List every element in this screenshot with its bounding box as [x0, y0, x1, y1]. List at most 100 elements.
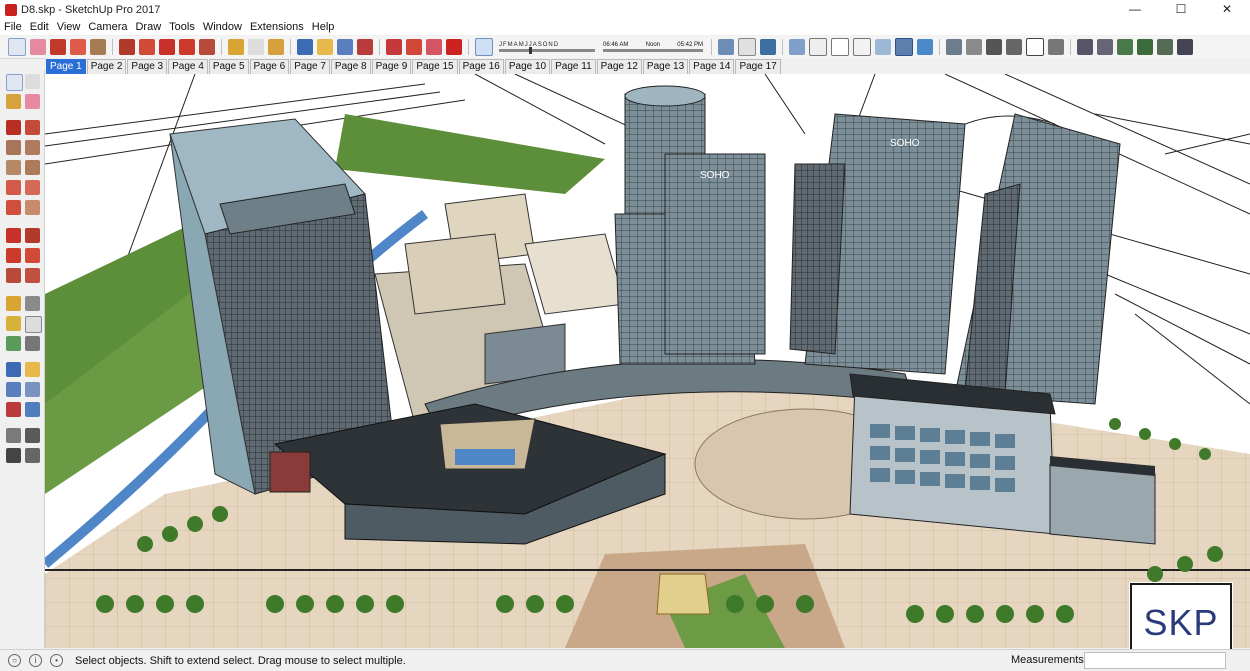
dimension-tool-icon[interactable] — [25, 296, 40, 311]
top-view-icon[interactable] — [966, 39, 982, 55]
minimize-button[interactable]: — — [1112, 0, 1158, 19]
text-tool-icon[interactable] — [25, 316, 42, 333]
section-plane-icon[interactable] — [25, 448, 40, 463]
push-pull-tool-icon[interactable] — [25, 228, 40, 243]
menu-camera[interactable]: Camera — [84, 21, 131, 33]
tape-measure-icon[interactable] — [6, 296, 21, 311]
tab-page-14[interactable]: Page 14 — [689, 59, 735, 74]
two-point-arc-icon[interactable] — [25, 180, 40, 195]
protractor-tool-icon[interactable] — [6, 316, 21, 331]
circle-tool-icon[interactable] — [6, 160, 21, 175]
geo-location-icon[interactable]: ○ — [8, 654, 21, 667]
warehouse-icon[interactable] — [386, 39, 402, 55]
previous-view-icon[interactable] — [25, 402, 40, 417]
orbit-tool-icon[interactable] — [6, 362, 21, 377]
extension-warehouse-icon[interactable] — [426, 39, 442, 55]
tab-page-8[interactable]: Page 8 — [330, 59, 371, 74]
tab-page-1[interactable]: Page 1 — [46, 59, 86, 74]
iso-view-icon[interactable] — [946, 39, 962, 55]
hidden-geometry-icon[interactable] — [738, 38, 756, 56]
menu-tools[interactable]: Tools — [165, 21, 199, 33]
model-viewport[interactable]: SOHO SOHO — [45, 74, 1250, 648]
select-tool-icon[interactable] — [6, 74, 23, 91]
shaded-icon[interactable] — [875, 39, 891, 55]
outer-shell-icon[interactable] — [1077, 39, 1093, 55]
three-point-arc-icon[interactable] — [6, 200, 21, 215]
close-button[interactable]: ✕ — [1204, 0, 1250, 19]
zoom-tool-icon[interactable] — [337, 39, 353, 55]
wireframe-icon[interactable] — [831, 38, 849, 56]
menu-extensions[interactable]: Extensions — [246, 21, 308, 33]
shadows-toggle-icon[interactable] — [475, 38, 493, 56]
menu-draw[interactable]: Draw — [131, 21, 165, 33]
hidden-line-icon[interactable] — [853, 38, 871, 56]
front-view-icon[interactable] — [986, 39, 1002, 55]
text-tool-icon[interactable] — [248, 39, 264, 55]
polygon-tool-icon[interactable] — [25, 160, 40, 175]
tab-page-9[interactable]: Page 9 — [371, 59, 412, 74]
3d-text-icon[interactable] — [25, 336, 40, 351]
tab-page-16[interactable]: Page 16 — [458, 59, 504, 74]
trim-icon[interactable] — [1157, 39, 1173, 55]
push-pull-tool-icon[interactable] — [119, 39, 135, 55]
tab-page-15[interactable]: Page 15 — [412, 59, 458, 74]
tab-page-6[interactable]: Page 6 — [249, 59, 290, 74]
zoom-window-icon[interactable] — [25, 382, 40, 397]
axes-tool-icon[interactable] — [6, 336, 21, 351]
right-view-icon[interactable] — [1006, 39, 1022, 55]
tape-measure-icon[interactable] — [228, 39, 244, 55]
tab-page-12[interactable]: Page 12 — [596, 59, 642, 74]
tab-page-7[interactable]: Page 7 — [290, 59, 330, 74]
select-tool-icon[interactable] — [8, 38, 26, 56]
shaded-textures-icon[interactable] — [895, 38, 913, 56]
split-icon[interactable] — [1177, 39, 1193, 55]
look-around-icon[interactable] — [25, 428, 40, 443]
zoom-extents-icon[interactable] — [6, 402, 21, 417]
section-plane-icon[interactable] — [718, 39, 734, 55]
zoom-extents-icon[interactable] — [357, 39, 373, 55]
subtract-icon[interactable] — [1137, 39, 1153, 55]
rectangle-tool-icon[interactable] — [6, 140, 21, 155]
pan-tool-icon[interactable] — [25, 362, 40, 377]
shape-tool-icon[interactable] — [90, 39, 106, 55]
scale-tool-icon[interactable] — [6, 268, 21, 283]
pie-tool-icon[interactable] — [25, 200, 40, 215]
zoom-tool-icon[interactable] — [6, 382, 21, 397]
line-tool-icon[interactable] — [6, 120, 21, 135]
line-tool-icon[interactable] — [50, 39, 66, 55]
tab-page-13[interactable]: Page 13 — [642, 59, 689, 74]
eraser-tool-icon[interactable] — [30, 39, 46, 55]
pan-tool-icon[interactable] — [317, 39, 333, 55]
xray-style-icon[interactable] — [789, 39, 805, 55]
tab-page-2[interactable]: Page 2 — [86, 59, 127, 74]
walk-tool-icon[interactable] — [6, 448, 21, 463]
rotate-tool-icon[interactable] — [179, 39, 195, 55]
credits-icon[interactable]: i — [29, 654, 42, 667]
tab-page-4[interactable]: Page 4 — [168, 59, 208, 74]
back-view-icon[interactable] — [1026, 38, 1044, 56]
move-tool-icon[interactable] — [6, 228, 21, 243]
menu-view[interactable]: View — [53, 21, 85, 33]
share-model-icon[interactable] — [406, 39, 422, 55]
tab-page-5[interactable]: Page 5 — [208, 59, 249, 74]
ruby-console-icon[interactable] — [446, 39, 462, 55]
eraser-tool-icon[interactable] — [25, 94, 40, 109]
follow-me-tool-icon[interactable] — [25, 248, 40, 263]
scale-tool-icon[interactable] — [199, 39, 215, 55]
import-icon[interactable] — [760, 39, 776, 55]
position-camera-icon[interactable] — [6, 428, 21, 443]
offset-tool-icon[interactable] — [25, 268, 40, 283]
tab-page-17[interactable]: Page 17 — [735, 59, 781, 74]
monochrome-icon[interactable] — [917, 39, 933, 55]
rotated-rectangle-icon[interactable] — [25, 140, 40, 155]
orbit-tool-icon[interactable] — [297, 39, 313, 55]
union-icon[interactable] — [1117, 39, 1133, 55]
arc-tool-icon[interactable] — [6, 180, 21, 195]
tab-page-10[interactable]: Page 10 — [504, 59, 551, 74]
intersect-icon[interactable] — [1097, 39, 1113, 55]
date-slider[interactable] — [499, 47, 595, 54]
menu-window[interactable]: Window — [199, 21, 246, 33]
maximize-button[interactable]: ☐ — [1158, 0, 1204, 19]
user-account-icon[interactable]: • — [50, 654, 63, 667]
freehand-tool-icon[interactable] — [25, 120, 40, 135]
